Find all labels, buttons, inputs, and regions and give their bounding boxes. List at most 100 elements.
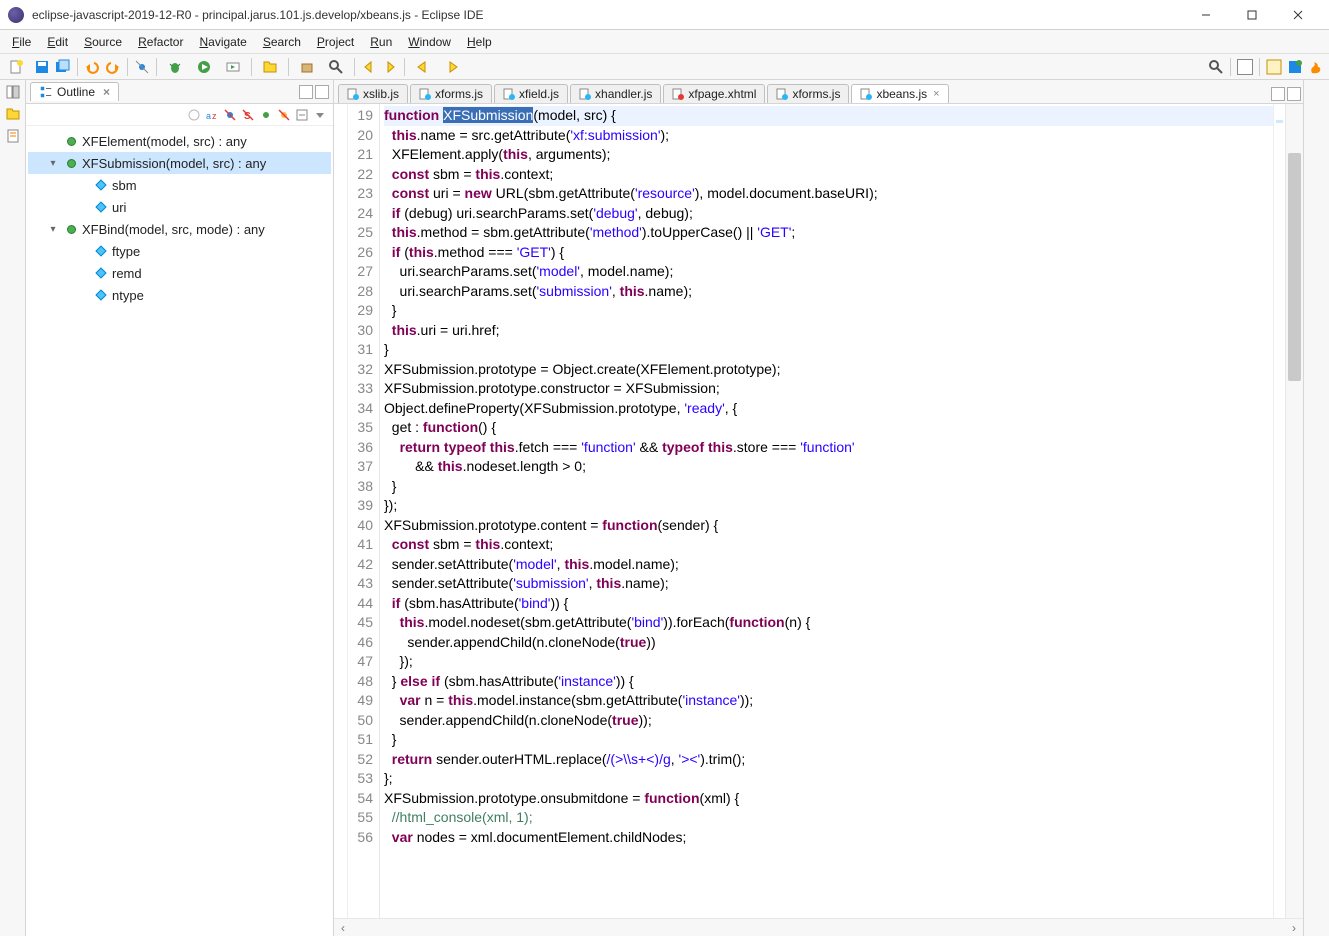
minimize-button[interactable] [1183,0,1229,30]
code-line[interactable]: XFSubmission.prototype = Object.create(X… [384,360,1273,380]
code-line[interactable]: } [384,730,1273,750]
editor-tab[interactable]: xforms.js [767,84,849,103]
code-line[interactable]: Object.defineProperty(XFSubmission.proto… [384,399,1273,419]
code-line[interactable]: sender.appendChild(n.cloneNode(true)); [384,711,1273,731]
code-line[interactable]: function XFSubmission(model, src) { [384,106,1273,126]
maximize-view-button[interactable] [315,85,329,99]
outline-item[interactable]: uri [28,196,331,218]
vertical-scrollbar[interactable] [1285,104,1303,918]
code-line[interactable]: this.method = sbm.getAttribute('method')… [384,223,1273,243]
hide-local-icon[interactable] [277,108,291,122]
hide-nonpublic-icon[interactable] [259,108,273,122]
close-icon[interactable]: × [103,85,110,99]
outline-item[interactable]: ftype [28,240,331,262]
hide-static-icon[interactable]: S [241,108,255,122]
menu-refactor[interactable]: Refactor [130,33,191,51]
folding-ruler[interactable] [334,104,348,918]
restore-view-icon[interactable] [5,84,21,100]
project-explorer-icon[interactable] [5,106,21,122]
navigator-icon[interactable] [5,128,21,144]
back-button[interactable] [410,58,436,76]
menu-help[interactable]: Help [459,33,500,51]
code-line[interactable]: && this.nodeset.length > 0; [384,457,1273,477]
outline-tab[interactable]: Outline × [30,82,119,101]
code-line[interactable]: XFSubmission.prototype.constructor = XFS… [384,379,1273,399]
code-line[interactable]: }); [384,496,1273,516]
save-button[interactable] [33,58,51,76]
menu-project[interactable]: Project [309,33,362,51]
code-line[interactable]: this.uri = uri.href; [384,321,1273,341]
outline-item[interactable]: XFElement(model, src) : any [28,130,331,152]
hide-fields-icon[interactable] [223,108,237,122]
code-line[interactable]: } else if (sbm.hasAttribute('instance'))… [384,672,1273,692]
sort-icon[interactable]: az [205,108,219,122]
editor-tab[interactable]: xhandler.js [570,84,661,103]
code-line[interactable]: } [384,477,1273,497]
menu-search[interactable]: Search [255,33,309,51]
maximize-editor-button[interactable] [1287,87,1301,101]
new-package-button[interactable] [294,58,320,76]
minimize-editor-button[interactable] [1271,87,1285,101]
menu-run[interactable]: Run [362,33,400,51]
maximize-button[interactable] [1229,0,1275,30]
menu-file[interactable]: File [4,33,39,51]
code-line[interactable]: XFElement.apply(this, arguments); [384,145,1273,165]
code-line[interactable]: XFSubmission.prototype.content = functio… [384,516,1273,536]
forward-button[interactable] [439,58,465,76]
editor-tab[interactable]: xforms.js [410,84,492,103]
code-line[interactable]: //html_console(xml, 1); [384,808,1273,828]
search-button[interactable] [323,58,349,76]
code-line[interactable]: }; [384,769,1273,789]
menu-window[interactable]: Window [400,33,459,51]
editor-tab[interactable]: xfpage.xhtml [663,84,765,103]
code-line[interactable]: return typeof this.fetch === 'function' … [384,438,1273,458]
menu-edit[interactable]: Edit [39,33,76,51]
collapse-all-icon[interactable] [295,108,309,122]
perspective-perl-icon[interactable] [1307,58,1325,76]
menu-source[interactable]: Source [76,33,130,51]
code-line[interactable]: var n = this.model.instance(sbm.getAttri… [384,691,1273,711]
toggle-mark-icon[interactable] [133,58,151,76]
prev-annotation-button[interactable] [360,58,378,76]
code-line[interactable]: var nodes = xml.documentElement.childNod… [384,828,1273,848]
outline-tree[interactable]: XFElement(model, src) : any▾XFSubmission… [26,126,333,936]
outline-item[interactable]: ▾XFBind(model, src, mode) : any [28,218,331,240]
expand-arrow-icon[interactable]: ▾ [46,224,60,235]
editor-tab[interactable]: xslib.js [338,84,408,103]
undo-button[interactable] [83,58,101,76]
horizontal-scrollbar[interactable]: ‹ › [334,918,1303,936]
code-line[interactable]: } [384,301,1273,321]
code-line[interactable]: sender.appendChild(n.cloneNode(true)) [384,633,1273,653]
code-line[interactable]: const uri = new URL(sbm.getAttribute('re… [384,184,1273,204]
open-type-button[interactable] [257,58,283,76]
code-line[interactable]: }); [384,652,1273,672]
code-line[interactable]: get : function() { [384,418,1273,438]
focus-icon[interactable] [187,108,201,122]
editor-tab[interactable]: xbeans.js× [851,84,948,103]
scrollbar-thumb[interactable] [1288,153,1301,381]
menu-navigate[interactable]: Navigate [191,33,254,51]
access-search-button[interactable] [1207,58,1225,76]
code-area[interactable]: function XFSubmission(model, src) { this… [380,104,1273,918]
code-line[interactable]: XFSubmission.prototype.onsubmitdone = fu… [384,789,1273,809]
code-line[interactable]: if (debug) uri.searchParams.set('debug',… [384,204,1273,224]
code-line[interactable]: const sbm = this.context; [384,165,1273,185]
open-perspective-button[interactable] [1236,58,1254,76]
code-line[interactable]: uri.searchParams.set('model', model.name… [384,262,1273,282]
outline-item[interactable]: sbm [28,174,331,196]
code-line[interactable]: if (sbm.hasAttribute('bind')) { [384,594,1273,614]
code-line[interactable]: sender.setAttribute('submission', this.n… [384,574,1273,594]
outline-item[interactable]: ▾XFSubmission(model, src) : any [28,152,331,174]
close-button[interactable] [1275,0,1321,30]
outline-item[interactable]: remd [28,262,331,284]
close-icon[interactable]: × [933,88,939,100]
perspective-java-icon[interactable] [1286,58,1304,76]
code-line[interactable]: sender.setAttribute('model', this.model.… [384,555,1273,575]
view-menu-icon[interactable] [313,108,327,122]
code-line[interactable]: if (this.method === 'GET') { [384,243,1273,263]
redo-button[interactable] [104,58,122,76]
code-line[interactable]: uri.searchParams.set('submission', this.… [384,282,1273,302]
overview-ruler[interactable] [1273,104,1285,918]
debug-button[interactable] [162,58,188,76]
perspective-js-icon[interactable] [1265,58,1283,76]
